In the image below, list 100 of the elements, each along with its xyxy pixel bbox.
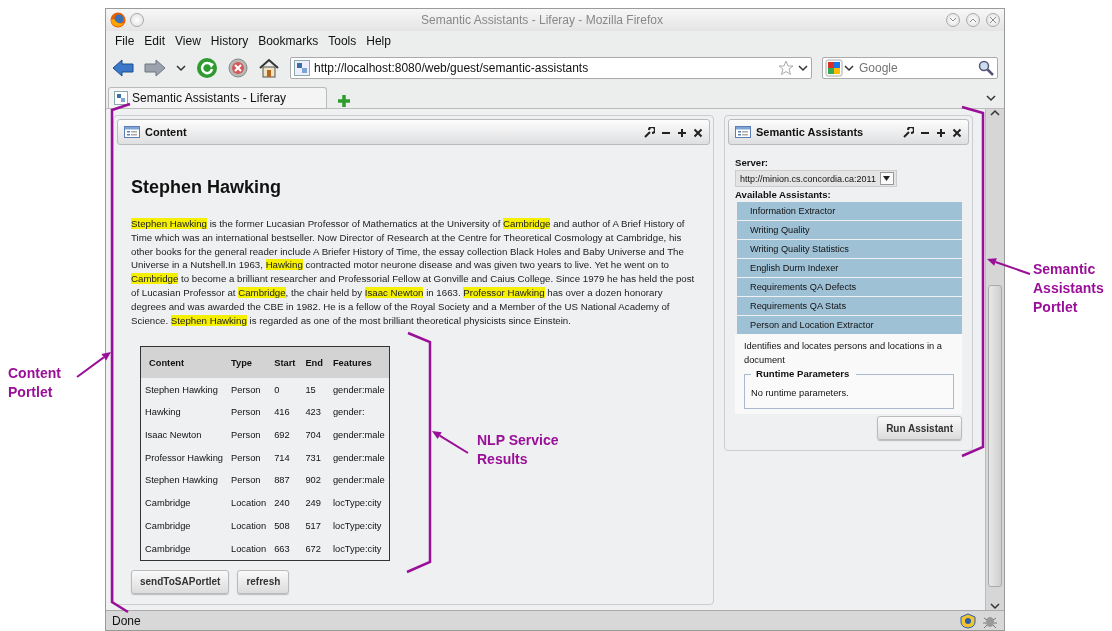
search-engine-icon[interactable] bbox=[825, 59, 855, 77]
assistant-list-item[interactable]: Writing Quality bbox=[737, 221, 962, 239]
caret-icon[interactable] bbox=[990, 109, 1000, 117]
field-label: Server: bbox=[735, 157, 770, 168]
caret-icon[interactable] bbox=[176, 64, 186, 72]
table-cell: Stephen Hawking bbox=[140, 469, 228, 492]
table-cell-text: Location bbox=[230, 497, 268, 511]
table-cell-text: 887 bbox=[273, 474, 291, 488]
browser-tab[interactable]: Semantic Assistants - Liferay bbox=[108, 87, 327, 108]
menu-item[interactable]: Help bbox=[361, 34, 396, 48]
browser-logo-icon bbox=[110, 12, 126, 28]
maximize-button[interactable] bbox=[966, 13, 980, 27]
close-icon[interactable] bbox=[952, 126, 962, 138]
menu-item[interactable]: View bbox=[170, 34, 206, 48]
reload-icon[interactable] bbox=[196, 57, 218, 79]
callout-label: Content Portlet bbox=[8, 364, 62, 402]
stop-icon[interactable] bbox=[228, 58, 248, 78]
callout-arrow bbox=[432, 431, 469, 454]
article-paragraph: Stephen Hawking is the former Lucasian Professor of Mathematics at the University of Cambridge and author of A Brief History of Time which was an international bestseller. Now Director of Research at the Centre for Theoretical Cosmology at Cambridge, his other books for the general reader include A Briefer History of Time, the essay collection Black Holes and Baby Universe and The Universe in a Nutshell.In 1963, Hawking contracted motor neurone disease and was given two years to live. Yet he went on to Cambridge to become a brilliant researcher and Professorial Fellow at Gonville and Caius College. Since 1979 he has held the post of Lucasian Professor at Cambridge, the chair held by Isaac Newton in 1663. Professor Hawking has over a dozen honorary degrees and was awarded the CBE in 1982. He is a fellow of the Royal Society and a Member of the US National Academy of Science. Stephen Hawking is regarded as one of the most brilliant theoretical physicists since Einstein. bbox=[131, 217, 696, 328]
assistant-list-item[interactable]: Person and Location Extractor bbox=[737, 316, 962, 334]
table-cell: 0 bbox=[270, 378, 302, 402]
status-text: Done bbox=[112, 613, 142, 628]
assistant-list-item[interactable]: English Durm Indexer bbox=[737, 259, 962, 277]
scrollbar[interactable] bbox=[985, 109, 1004, 610]
menu-item[interactable]: Edit bbox=[139, 34, 171, 48]
maximize-icon[interactable] bbox=[677, 126, 687, 138]
callout-arrow bbox=[76, 352, 111, 378]
table-cell-text: Person bbox=[230, 429, 262, 443]
new-tab-plus-icon[interactable] bbox=[337, 94, 351, 108]
address-bar[interactable]: http://localhost:8080/web/guest/semantic-assistants bbox=[290, 57, 812, 79]
status-badge-icon[interactable] bbox=[960, 612, 976, 629]
table-cell: Cambridge bbox=[140, 537, 228, 561]
home-icon[interactable] bbox=[258, 58, 280, 78]
back-arrow-icon[interactable] bbox=[112, 58, 134, 78]
assistant-list-item[interactable]: Information Extractor bbox=[737, 202, 962, 220]
table-cell-text: 692 bbox=[273, 429, 291, 443]
table-cell: locType:city bbox=[328, 514, 390, 538]
search-field[interactable]: Google bbox=[859, 61, 974, 75]
table-cell-text: Person bbox=[230, 451, 262, 465]
table-cell-text: 416 bbox=[273, 406, 291, 420]
action-button[interactable]: sendToSAPortlet bbox=[131, 569, 230, 594]
table-cell-text: 240 bbox=[273, 497, 291, 511]
caret-icon bbox=[969, 17, 977, 23]
table-cell-text: 517 bbox=[304, 519, 322, 533]
column-header: End bbox=[301, 346, 329, 379]
table-cell: gender:male bbox=[328, 446, 390, 470]
table-cell: Location bbox=[227, 537, 271, 561]
search-bar[interactable]: Google bbox=[822, 57, 998, 79]
chevron-down-icon[interactable] bbox=[986, 94, 996, 102]
table-cell-text: Location bbox=[230, 519, 268, 533]
table-cell: gender:male bbox=[328, 469, 390, 492]
column-header: Type bbox=[227, 346, 271, 379]
table-cell: Cambridge bbox=[140, 491, 228, 515]
maximize-icon[interactable] bbox=[936, 126, 946, 138]
close-icon bbox=[989, 16, 997, 24]
parameters-text: No runtime parameters. bbox=[751, 388, 849, 398]
assistant-list-item[interactable]: Requirements QA Stats bbox=[737, 297, 962, 315]
search-icon[interactable] bbox=[978, 60, 994, 76]
table-cell-text: Person bbox=[230, 406, 262, 420]
close-button[interactable] bbox=[986, 13, 1000, 27]
action-button[interactable]: refresh bbox=[237, 569, 290, 594]
menu-item[interactable]: Tools bbox=[323, 34, 362, 48]
page-icon bbox=[114, 91, 128, 105]
table-cell: 672 bbox=[301, 537, 329, 561]
server-dropdown[interactable]: http://minion.cs.concordia.ca:2011 bbox=[735, 170, 897, 187]
table-cell: 15 bbox=[301, 378, 329, 402]
portlet-window-icon bbox=[124, 125, 140, 139]
table-cell-text: 731 bbox=[304, 451, 322, 465]
assistant-list-item[interactable]: Writing Quality Statistics bbox=[737, 240, 962, 258]
menu-item[interactable]: File bbox=[110, 34, 140, 48]
minimize-button[interactable] bbox=[946, 13, 960, 27]
column-header: Content bbox=[140, 346, 228, 379]
table-cell-text: 714 bbox=[273, 451, 291, 465]
menu-item[interactable]: History bbox=[205, 34, 254, 48]
table-cell-text: 704 bbox=[304, 429, 322, 443]
table-cell: Professor Hawking bbox=[140, 446, 228, 470]
table-cell-text: 902 bbox=[304, 474, 322, 488]
menu-item[interactable]: Bookmarks bbox=[253, 34, 324, 48]
window-title: Semantic Assistants - Liferay - Mozilla Firefox bbox=[419, 13, 665, 27]
star-icon[interactable] bbox=[778, 60, 794, 76]
page-icon bbox=[294, 60, 310, 76]
table-cell: Person bbox=[227, 378, 271, 402]
close-icon[interactable] bbox=[693, 126, 703, 138]
caret-icon[interactable] bbox=[798, 64, 808, 72]
table-cell-text: Person bbox=[230, 474, 262, 488]
assistant-list-item[interactable]: Requirements QA Defects bbox=[737, 278, 962, 296]
table-cell-text: 249 bbox=[304, 497, 322, 511]
table-cell: Hawking bbox=[140, 401, 228, 424]
run-assistant-button[interactable]: Run Assistant bbox=[877, 416, 962, 440]
table-cell: Isaac Newton bbox=[140, 423, 228, 447]
table-cell-text: 423 bbox=[304, 406, 322, 420]
address-field[interactable]: http://localhost:8080/web/guest/semantic-assistants bbox=[314, 61, 774, 75]
caret-icon bbox=[883, 176, 891, 181]
column-header: Features bbox=[328, 346, 390, 379]
table-cell: locType:city bbox=[328, 491, 390, 515]
portlet-title: Semantic Assistants bbox=[756, 126, 865, 138]
forward-arrow-icon[interactable] bbox=[144, 58, 166, 78]
column-header: Start bbox=[270, 346, 302, 379]
portlet-title: Content bbox=[145, 126, 188, 138]
caret-icon[interactable] bbox=[990, 602, 1000, 610]
